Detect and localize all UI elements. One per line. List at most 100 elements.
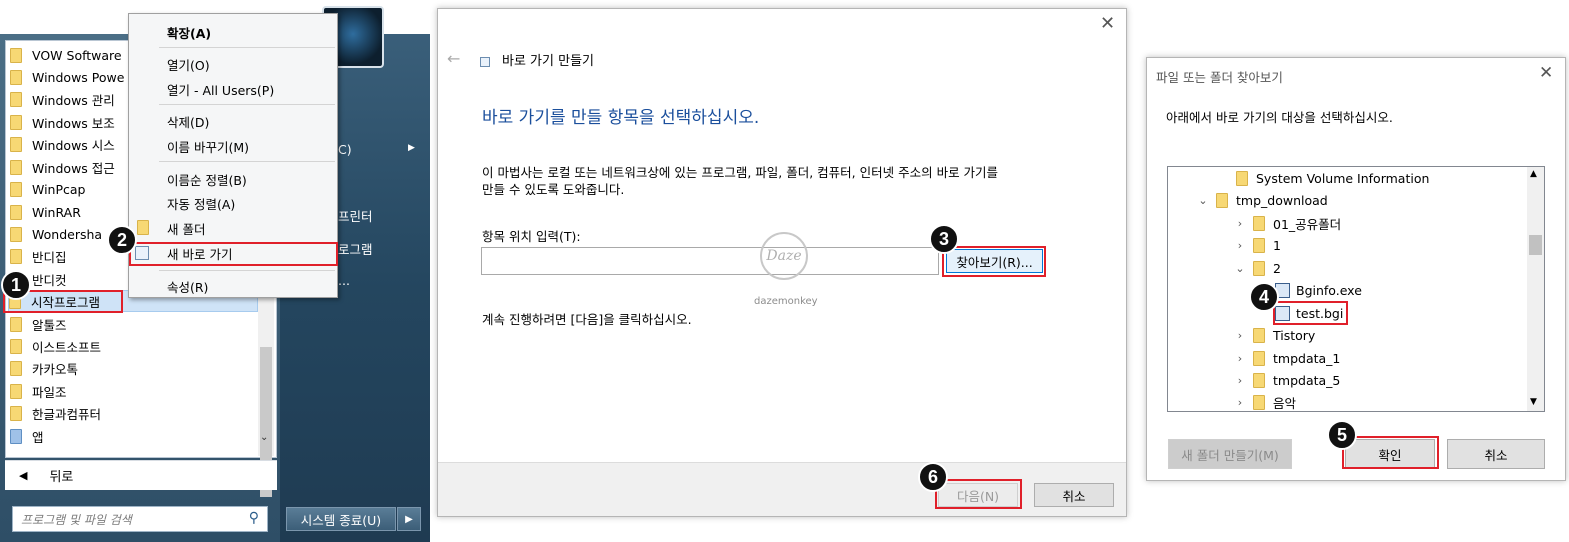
program-folder[interactable]: Windows 관리 bbox=[10, 88, 115, 110]
tree-item[interactable]: System Volume Information bbox=[1216, 167, 1429, 189]
step-badge-3: 3 bbox=[929, 224, 959, 254]
chevron-right-icon[interactable]: › bbox=[1233, 396, 1247, 409]
cancel-button[interactable]: 취소 bbox=[1447, 439, 1545, 469]
tree-item-file[interactable]: Bginfo.exe bbox=[1275, 279, 1362, 301]
program-folder[interactable]: Windows 접근 bbox=[10, 156, 115, 178]
scroll-up-icon[interactable]: ▲ bbox=[1530, 169, 1537, 179]
folder-icon bbox=[10, 181, 22, 197]
menu-separator bbox=[159, 47, 335, 48]
chevron-right-icon[interactable]: › bbox=[1233, 217, 1247, 230]
folder-icon bbox=[1253, 350, 1265, 366]
shutdown-button[interactable]: 시스템 종료(U) bbox=[286, 507, 396, 531]
tree-item[interactable]: › Tistory bbox=[1233, 324, 1315, 346]
program-folder[interactable]: Windows Powe bbox=[10, 66, 124, 88]
step-badge-1: 1 bbox=[1, 270, 31, 300]
tree-item[interactable]: › 1 bbox=[1233, 234, 1281, 256]
program-folder[interactable]: Wondersha bbox=[10, 223, 102, 245]
apps-icon bbox=[10, 428, 22, 444]
menu-separator bbox=[159, 104, 335, 105]
highlight-box-ok bbox=[1342, 436, 1439, 469]
folder-icon bbox=[10, 316, 22, 332]
highlight-box-new-shortcut bbox=[129, 242, 338, 266]
folder-tree[interactable]: System Volume Information ⌄ tmp_download … bbox=[1167, 166, 1545, 412]
program-folder[interactable]: VOW Software bbox=[10, 44, 122, 66]
program-folder[interactable]: 카카오톡 bbox=[10, 357, 78, 379]
folder-icon bbox=[1253, 260, 1265, 276]
folder-icon bbox=[10, 69, 22, 85]
chevron-right-icon[interactable]: › bbox=[1233, 329, 1247, 342]
chevron-down-icon[interactable]: ⌄ bbox=[1233, 262, 1247, 275]
back-arrow-icon: ◀ bbox=[19, 469, 28, 482]
step-badge-2: 2 bbox=[107, 225, 137, 255]
chevron-down-icon[interactable]: ⌄ bbox=[1196, 194, 1210, 207]
menu-item-rename[interactable]: 이름 바꾸기(M) bbox=[167, 137, 249, 156]
menu-item-open-all-users[interactable]: 열기 - All Users(P) bbox=[167, 80, 274, 99]
scrollbar-thumb[interactable] bbox=[1529, 235, 1542, 255]
start-right-item[interactable]: 로그램 bbox=[338, 239, 373, 258]
menu-item-auto-arrange[interactable]: 자동 정렬(A) bbox=[167, 194, 235, 213]
program-folder[interactable]: WinRAR bbox=[10, 201, 81, 223]
close-icon[interactable]: ✕ bbox=[1100, 13, 1115, 34]
menu-item-delete[interactable]: 삭제(D) bbox=[167, 112, 209, 131]
folder-icon bbox=[1253, 394, 1265, 410]
tree-item[interactable]: › tmpdata_5 bbox=[1233, 369, 1340, 391]
chevron-right-icon[interactable]: › bbox=[1233, 352, 1247, 365]
menu-separator bbox=[159, 270, 335, 271]
menu-item-sort-by-name[interactable]: 이름순 정렬(B) bbox=[167, 170, 247, 189]
cancel-button[interactable]: 취소 bbox=[1034, 483, 1114, 507]
program-search-input[interactable]: 프로그램 및 파일 검색 ⚲ bbox=[12, 506, 268, 532]
program-folder[interactable]: WinPcap bbox=[10, 178, 86, 200]
new-folder-button[interactable]: 새 폴더 만들기(M) bbox=[1168, 439, 1292, 469]
tree-scrollbar[interactable]: ▲ ▼ bbox=[1527, 167, 1544, 411]
step-badge-4: 4 bbox=[1249, 282, 1279, 312]
start-right-item[interactable]: 프린터 bbox=[338, 206, 373, 225]
tree-item[interactable]: › 음악 bbox=[1233, 391, 1296, 411]
location-input[interactable] bbox=[481, 247, 939, 275]
highlight-box-next bbox=[935, 479, 1022, 509]
wizard-heading: 바로 가기를 만들 항목을 선택하십시오. bbox=[482, 108, 760, 128]
create-shortcut-wizard: ✕ ← 바로 가기 만들기 바로 가기를 만들 항목을 선택하십시오. 이 마법… bbox=[437, 8, 1127, 517]
start-menu: ⌄ VOW Software Windows Powe Windows 관리 W… bbox=[0, 0, 430, 542]
back-arrow-icon[interactable]: ← bbox=[447, 49, 460, 68]
menu-item-new-folder[interactable]: 새 폴더 bbox=[167, 219, 205, 238]
program-folder[interactable]: 반디집 bbox=[10, 245, 67, 267]
menu-item-open[interactable]: 열기(O) bbox=[167, 55, 210, 74]
dialog-instruction: 아래에서 바로 가기의 대상을 선택하십시오. bbox=[1166, 110, 1393, 125]
folder-icon bbox=[10, 47, 22, 63]
menu-item-properties[interactable]: 속성(R) bbox=[167, 277, 208, 296]
folder-icon bbox=[10, 226, 22, 242]
wizard-button-bar bbox=[438, 462, 1126, 516]
program-folder[interactable]: 이스트소프트 bbox=[10, 335, 101, 357]
program-folder[interactable]: Windows 시스 bbox=[10, 133, 115, 155]
folder-icon bbox=[1253, 237, 1265, 253]
highlight-box-test-bgi bbox=[1273, 301, 1348, 325]
start-right-item[interactable]: C) bbox=[338, 142, 352, 157]
scroll-down-icon[interactable]: ▼ bbox=[1530, 397, 1537, 407]
step-badge-5: 5 bbox=[1327, 420, 1357, 450]
tree-item[interactable]: › tmpdata_1 bbox=[1233, 347, 1340, 369]
program-folder[interactable]: 알툴즈 bbox=[10, 313, 67, 335]
watermark-text: dazemonkey bbox=[754, 296, 818, 307]
tree-item[interactable]: ⌄ tmp_download bbox=[1196, 189, 1328, 211]
chevron-right-icon[interactable]: › bbox=[1233, 239, 1247, 252]
close-icon[interactable]: ✕ bbox=[1539, 63, 1553, 83]
shutdown-options-button[interactable]: ▶ bbox=[397, 507, 421, 531]
location-field-label: 항목 위치 입력(T): bbox=[482, 229, 581, 244]
folder-icon bbox=[10, 360, 22, 376]
folder-icon bbox=[10, 248, 22, 264]
back-button[interactable]: ◀ 뒤로 bbox=[5, 460, 277, 490]
start-right-item[interactable]: ... bbox=[338, 273, 350, 288]
program-folder[interactable]: 파일조 bbox=[10, 380, 67, 402]
watermark-logo: Daze bbox=[760, 232, 808, 280]
folder-icon bbox=[1253, 215, 1265, 231]
program-apps[interactable]: 앱 bbox=[10, 425, 44, 447]
scroll-down-icon[interactable]: ⌄ bbox=[260, 432, 268, 443]
menu-item-expand[interactable]: 확장(A) bbox=[167, 23, 211, 42]
menu-separator bbox=[159, 161, 335, 162]
tree-item[interactable]: ⌄ 2 bbox=[1233, 257, 1281, 279]
chevron-right-icon[interactable]: › bbox=[1233, 374, 1247, 387]
program-folder[interactable]: 한글과컴퓨터 bbox=[10, 402, 101, 424]
folder-icon bbox=[137, 220, 159, 235]
tree-item[interactable]: › 01_공유폴더 bbox=[1233, 212, 1341, 234]
program-folder[interactable]: Windows 보조 bbox=[10, 111, 115, 133]
